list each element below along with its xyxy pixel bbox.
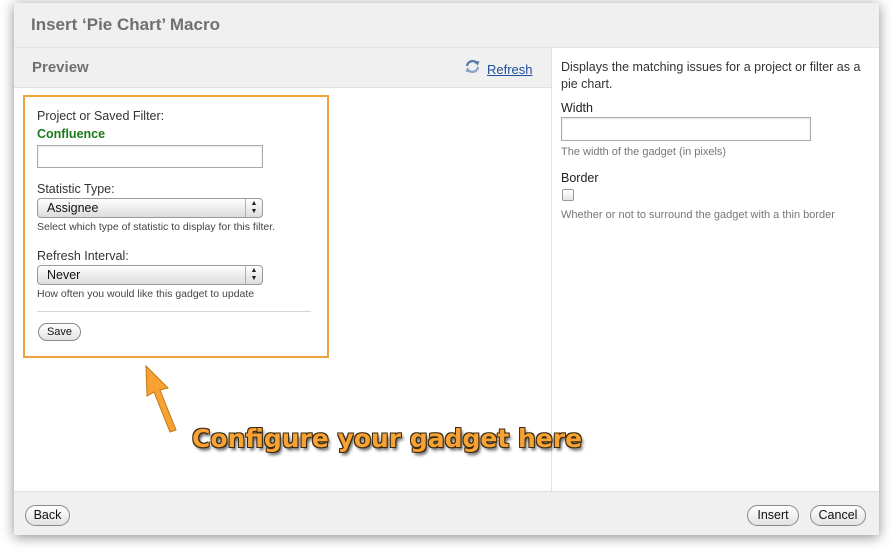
refresh-control[interactable]: Refresh [464,59,533,79]
project-filter-label: Project or Saved Filter: [37,109,165,123]
dialog-title: Insert ‘Pie Chart’ Macro [31,15,220,34]
project-filter-input[interactable] [37,145,263,168]
width-input[interactable] [561,117,811,141]
gadget-config-panel: Project or Saved Filter: Confluence Stat… [23,95,329,358]
insert-button[interactable]: Insert [747,505,799,526]
select-arrows-icon: ▲ ▼ [245,199,262,217]
refresh-link[interactable]: Refresh [487,62,533,77]
statistic-type-select[interactable]: Assignee ▲ ▼ [37,198,263,218]
width-help: The width of the gadget (in pixels) [561,146,727,158]
border-checkbox[interactable] [562,189,574,201]
dialog-footer: Back Insert Cancel [14,491,879,535]
refresh-icon[interactable] [464,59,481,79]
annotation-arrow-icon [145,364,177,433]
gadget-divider [37,311,311,312]
select-arrows-icon: ▲ ▼ [245,266,262,284]
insert-macro-dialog: Insert ‘Pie Chart’ Macro Preview Refresh… [14,3,879,535]
border-label: Border [561,171,599,185]
save-button[interactable]: Save [38,323,81,341]
width-label: Width [561,101,593,115]
border-help: Whether or not to surround the gadget wi… [561,209,835,221]
refresh-interval-help: How often you would like this gadget to … [37,288,255,300]
parameters-pane: Displays the matching issues for a proje… [552,48,879,491]
statistic-type-label: Statistic Type: [37,182,115,196]
annotation-callout: Configure your gadget here [192,424,583,453]
dialog-header: Insert ‘Pie Chart’ Macro [14,3,879,48]
preview-title: Preview [32,59,89,76]
project-filter-value: Confluence [37,127,106,141]
cancel-button[interactable]: Cancel [810,505,866,526]
statistic-type-value: Assignee [47,201,99,215]
refresh-interval-label: Refresh Interval: [37,249,129,263]
preview-bar: Preview Refresh [14,48,551,88]
refresh-interval-value: Never [47,268,81,282]
back-button[interactable]: Back [25,505,70,526]
statistic-type-help: Select which type of statistic to displa… [37,221,276,233]
macro-description: Displays the matching issues for a proje… [561,60,861,91]
refresh-interval-select[interactable]: Never ▲ ▼ [37,265,263,285]
